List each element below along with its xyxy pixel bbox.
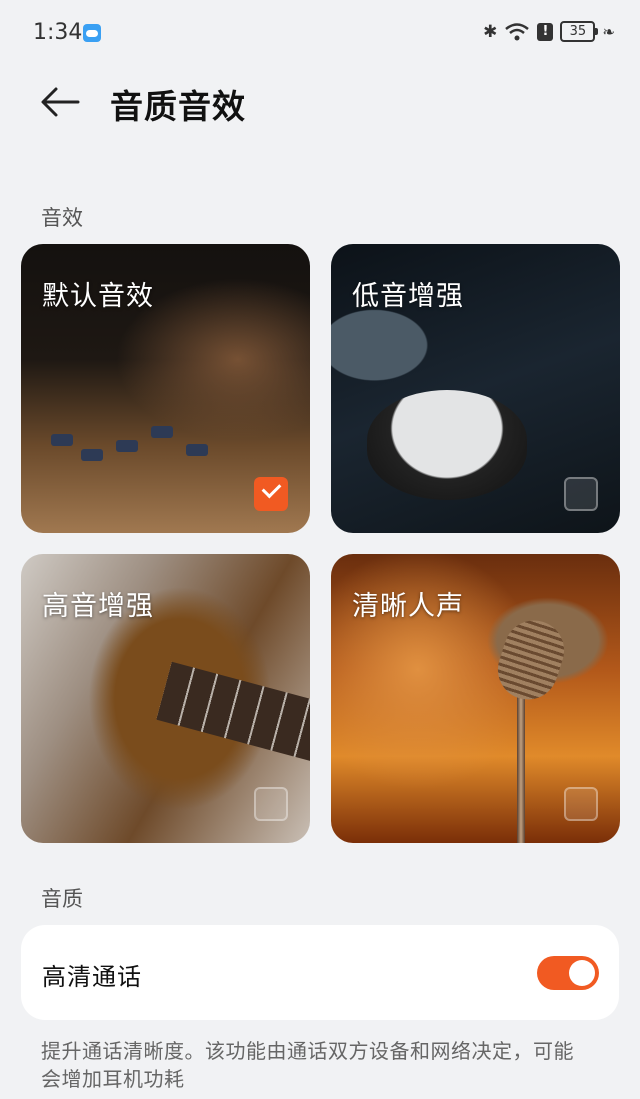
- section-label-quality: 音质: [41, 887, 83, 911]
- drum-image: [367, 390, 527, 500]
- hd-call-row: 高清通话: [21, 925, 619, 1020]
- effect-card-label: 清晰人声: [352, 591, 464, 622]
- effect-card-label: 高音增强: [42, 591, 154, 622]
- page-title: 音质音效: [110, 87, 246, 126]
- effect-card-bass[interactable]: 低音增强: [331, 244, 620, 533]
- hd-call-toggle[interactable]: [537, 956, 599, 990]
- unselected-check-icon: [564, 477, 598, 511]
- battery-icon: 35: [560, 21, 599, 42]
- wifi-icon: [505, 22, 530, 40]
- status-bar: 1:34 ✱ ! 35 ❧: [0, 0, 640, 68]
- unselected-check-icon: [254, 787, 288, 821]
- hd-call-label: 高清通话: [42, 963, 142, 991]
- alert-icon: !: [537, 22, 554, 41]
- status-icons: ✱ ! 35 ❧: [483, 21, 615, 42]
- toggle-knob: [569, 960, 595, 986]
- cloud-icon: [83, 24, 101, 42]
- mic-stand-image: [517, 684, 525, 843]
- back-arrow-icon[interactable]: [38, 82, 82, 122]
- effect-card-label: 默认音效: [42, 281, 154, 312]
- effect-card-default[interactable]: 默认音效: [21, 244, 310, 533]
- hd-call-description: 提升通话清晰度。该功能由通话双方设备和网络决定，可能会增加耳机功耗: [41, 1039, 574, 1091]
- unselected-check-icon: [564, 787, 598, 821]
- leaf-icon: ❧: [602, 22, 615, 41]
- effect-card-treble[interactable]: 高音增强: [21, 554, 310, 843]
- effect-card-vocal[interactable]: 清晰人声: [331, 554, 620, 843]
- bluetooth-icon: ✱: [483, 21, 498, 42]
- effect-card-label: 低音增强: [352, 281, 464, 312]
- microphone-image: [490, 612, 572, 708]
- section-label-effects: 音效: [41, 206, 83, 230]
- status-time: 1:34: [33, 20, 83, 45]
- selected-check-icon: [254, 477, 288, 511]
- guitar-image: [156, 661, 310, 767]
